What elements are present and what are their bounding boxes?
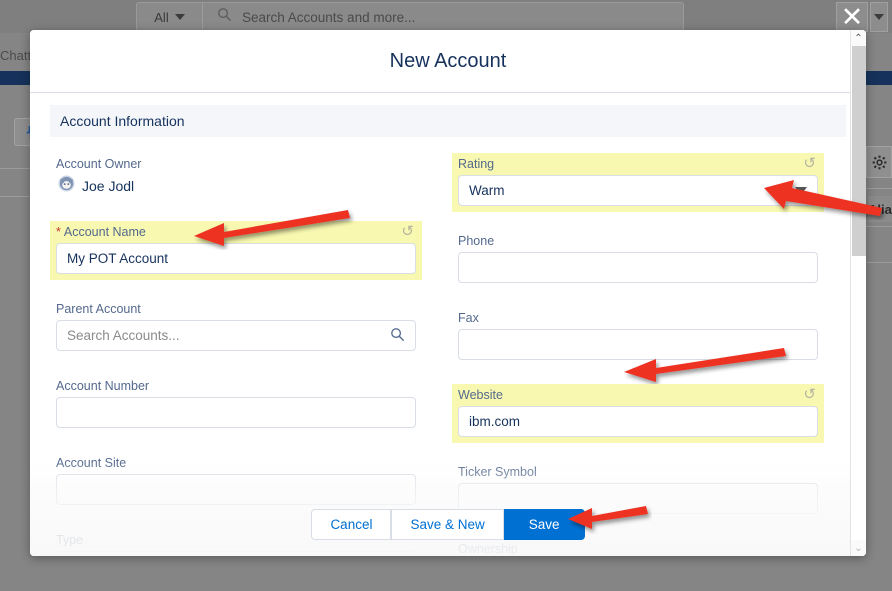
account-owner-value: Joe Jodl	[82, 178, 134, 194]
gear-icon	[872, 155, 887, 170]
field-label: Fax	[458, 311, 818, 325]
save-and-new-button[interactable]: Save & New	[391, 509, 503, 540]
form-columns: Account Owner Joe J	[50, 153, 846, 556]
field-label: Ticker Symbol	[458, 465, 818, 479]
search-icon	[217, 7, 232, 27]
field-account-owner: Account Owner Joe J	[50, 153, 422, 203]
divider	[862, 188, 892, 189]
form-column-left: Account Owner Joe J	[50, 153, 422, 556]
website-input[interactable]: ibm.com	[458, 406, 818, 437]
field-fax: Fax	[452, 307, 824, 366]
field-label: Account Number	[56, 379, 416, 393]
divider	[862, 226, 892, 227]
field-account-site: Account Site	[50, 452, 422, 511]
field-label: Parent Account	[56, 302, 416, 316]
alias-column-header: Alia	[868, 196, 892, 222]
modal-scrollbar[interactable]: ⌃ ⌄	[850, 30, 866, 556]
rating-select[interactable]: Warm	[458, 175, 818, 206]
scrollbar-thumb[interactable]	[852, 46, 866, 256]
type-select[interactable]: --None--	[56, 551, 416, 556]
scroll-up-arrow-icon[interactable]: ⌃	[851, 30, 866, 46]
field-account-number: Account Number	[50, 375, 422, 434]
field-phone: Phone	[452, 230, 824, 289]
field-label-text: Account Name	[64, 225, 146, 239]
field-website: Website ↺ ibm.com	[452, 384, 824, 443]
parent-account-lookup-input[interactable]: Search Accounts...	[56, 320, 416, 351]
field-parent-account: Parent Account Search Accounts...	[50, 298, 422, 357]
save-button[interactable]: Save	[504, 509, 585, 540]
select-value: Warm	[469, 183, 505, 198]
undo-icon[interactable]: ↺	[803, 156, 816, 171]
chevron-down-icon	[795, 187, 807, 195]
search-scope-label: All	[154, 10, 168, 25]
field-label: Ownership	[458, 542, 818, 556]
new-account-modal: New Account Account Information Account …	[30, 30, 866, 556]
window-menu-caret[interactable]	[870, 2, 888, 32]
input-placeholder-text: Search Accounts...	[67, 328, 180, 343]
modal-body: Account Information Account Owner	[30, 93, 866, 556]
chevron-down-icon	[874, 14, 884, 20]
divider	[862, 262, 892, 263]
account-name-input[interactable]: My POT Account	[56, 243, 416, 274]
user-avatar-icon	[58, 175, 75, 197]
chevron-down-icon	[175, 14, 185, 20]
account-site-input[interactable]	[56, 474, 416, 505]
form-column-right: Rating ↺ Warm Phone Fax	[452, 153, 824, 556]
field-label: Account Owner	[56, 157, 416, 171]
search-scope-dropdown[interactable]: All	[137, 3, 203, 31]
global-search-bar[interactable]: All Search Accounts and more...	[136, 2, 684, 32]
settings-button[interactable]	[866, 146, 892, 178]
window-close-button[interactable]: ✕	[836, 2, 868, 32]
search-icon[interactable]	[390, 327, 405, 345]
field-ownership: Ownership --None--	[452, 538, 824, 556]
fax-input[interactable]	[458, 329, 818, 360]
undo-icon[interactable]: ↺	[401, 224, 414, 239]
search-placeholder-text: Search Accounts and more...	[242, 10, 415, 25]
account-number-input[interactable]	[56, 397, 416, 428]
field-label: * Account Name	[56, 225, 416, 239]
input-value: ibm.com	[469, 414, 520, 429]
undo-icon[interactable]: ↺	[803, 387, 816, 402]
section-header-account-information: Account Information	[50, 105, 846, 137]
field-label: Rating	[458, 157, 818, 171]
field-label: Phone	[458, 234, 818, 248]
modal-footer-actions: Cancel Save & New Save	[30, 509, 866, 540]
field-label: Account Site	[56, 456, 416, 470]
field-label: Website	[458, 388, 818, 402]
cancel-button[interactable]: Cancel	[311, 509, 391, 540]
scroll-down-arrow-icon[interactable]: ⌄	[851, 540, 866, 556]
modal-header: New Account	[30, 30, 866, 93]
required-asterisk: *	[56, 225, 61, 239]
field-account-name: * Account Name ↺ My POT Account	[50, 221, 422, 280]
page-title: New Account	[390, 50, 507, 73]
input-value: My POT Account	[67, 251, 168, 266]
field-rating: Rating ↺ Warm	[452, 153, 824, 212]
phone-input[interactable]	[458, 252, 818, 283]
